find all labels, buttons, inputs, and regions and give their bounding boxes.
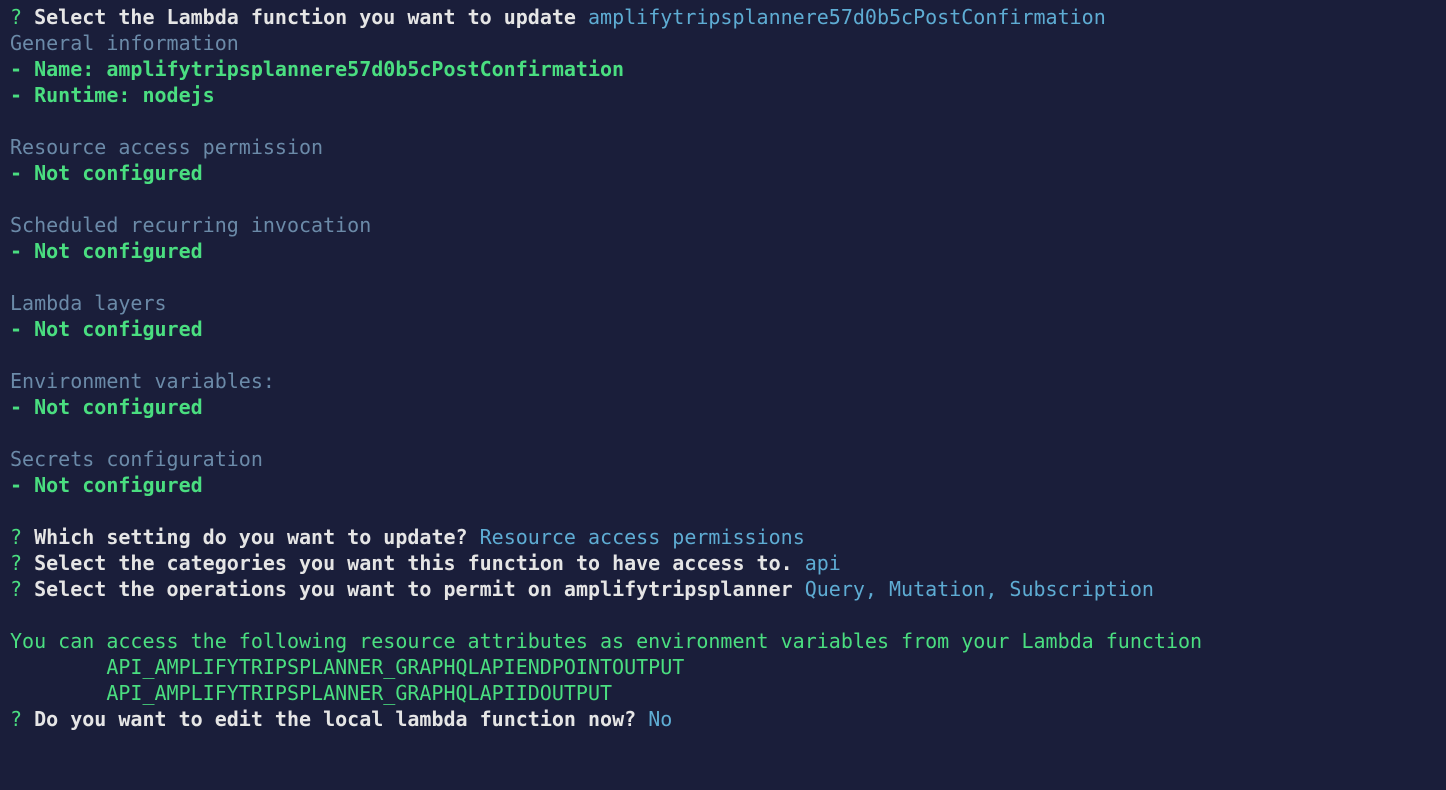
terminal-text-segment: ?	[10, 707, 34, 731]
terminal-line: ? Select the categories you want this fu…	[10, 550, 1436, 576]
terminal-line: General information	[10, 30, 1436, 56]
terminal-line	[10, 498, 1436, 524]
terminal-text-segment: Select the operations you want to permit…	[34, 577, 805, 601]
terminal-line	[10, 264, 1436, 290]
terminal-text-segment: No	[648, 707, 672, 731]
terminal-line	[10, 602, 1436, 628]
terminal-line	[10, 342, 1436, 368]
terminal-line: - Not configured	[10, 316, 1436, 342]
terminal-output[interactable]: ? Select the Lambda function you want to…	[10, 4, 1436, 732]
terminal-line	[10, 420, 1436, 446]
terminal-text-segment: Do you want to edit the local lambda fun…	[34, 707, 648, 731]
terminal-text-segment: ?	[10, 525, 34, 549]
terminal-text-segment: - Not configured	[10, 317, 203, 341]
terminal-text-segment: - Not configured	[10, 239, 203, 263]
terminal-text-segment: - Name: amplifytripsplannere57d0b5cPostC…	[10, 57, 624, 81]
terminal-line: - Runtime: nodejs	[10, 82, 1436, 108]
terminal-text-segment: ?	[10, 577, 34, 601]
terminal-text-segment: Select the Lambda function you want to u…	[34, 5, 588, 29]
terminal-text-segment: - Not configured	[10, 473, 203, 497]
terminal-text-segment: Scheduled recurring invocation	[10, 213, 371, 237]
terminal-text-segment: Resource access permission	[10, 135, 323, 159]
terminal-line: Resource access permission	[10, 134, 1436, 160]
terminal-line: Secrets configuration	[10, 446, 1436, 472]
terminal-text-segment: ?	[10, 551, 34, 575]
terminal-line: Environment variables:	[10, 368, 1436, 394]
terminal-text-segment: General information	[10, 31, 239, 55]
terminal-text-segment: Lambda layers	[10, 291, 167, 315]
terminal-text-segment: amplifytripsplannere57d0b5cPostConfirmat…	[588, 5, 1106, 29]
terminal-line: ? Select the operations you want to perm…	[10, 576, 1436, 602]
terminal-text-segment: Environment variables:	[10, 369, 275, 393]
terminal-line: API_AMPLIFYTRIPSPLANNER_GRAPHQLAPIENDPOI…	[10, 654, 1436, 680]
terminal-text-segment: api	[805, 551, 841, 575]
terminal-line	[10, 186, 1436, 212]
terminal-text-segment: ?	[10, 5, 34, 29]
terminal-text-segment: API_AMPLIFYTRIPSPLANNER_GRAPHQLAPIIDOUTP…	[10, 681, 612, 705]
terminal-line: You can access the following resource at…	[10, 628, 1436, 654]
terminal-line: - Not configured	[10, 472, 1436, 498]
terminal-text-segment: Which setting do you want to update?	[34, 525, 480, 549]
terminal-line: - Not configured	[10, 160, 1436, 186]
terminal-text-segment: - Not configured	[10, 395, 203, 419]
terminal-line	[10, 108, 1436, 134]
terminal-line: - Not configured	[10, 238, 1436, 264]
terminal-line: - Not configured	[10, 394, 1436, 420]
terminal-line: ? Do you want to edit the local lambda f…	[10, 706, 1436, 732]
terminal-line: Scheduled recurring invocation	[10, 212, 1436, 238]
terminal-text-segment: API_AMPLIFYTRIPSPLANNER_GRAPHQLAPIENDPOI…	[10, 655, 684, 679]
terminal-line: ? Select the Lambda function you want to…	[10, 4, 1436, 30]
terminal-text-segment: Select the categories you want this func…	[34, 551, 805, 575]
terminal-line: Lambda layers	[10, 290, 1436, 316]
terminal-text-segment: - Runtime: nodejs	[10, 83, 215, 107]
terminal-text-segment: Query, Mutation, Subscription	[805, 577, 1154, 601]
terminal-line: API_AMPLIFYTRIPSPLANNER_GRAPHQLAPIIDOUTP…	[10, 680, 1436, 706]
terminal-text-segment: You can access the following resource at…	[10, 629, 1202, 653]
terminal-line: - Name: amplifytripsplannere57d0b5cPostC…	[10, 56, 1436, 82]
terminal-text-segment: - Not configured	[10, 161, 203, 185]
terminal-text-segment: Resource access permissions	[480, 525, 805, 549]
terminal-line: ? Which setting do you want to update? R…	[10, 524, 1436, 550]
terminal-text-segment: Secrets configuration	[10, 447, 263, 471]
